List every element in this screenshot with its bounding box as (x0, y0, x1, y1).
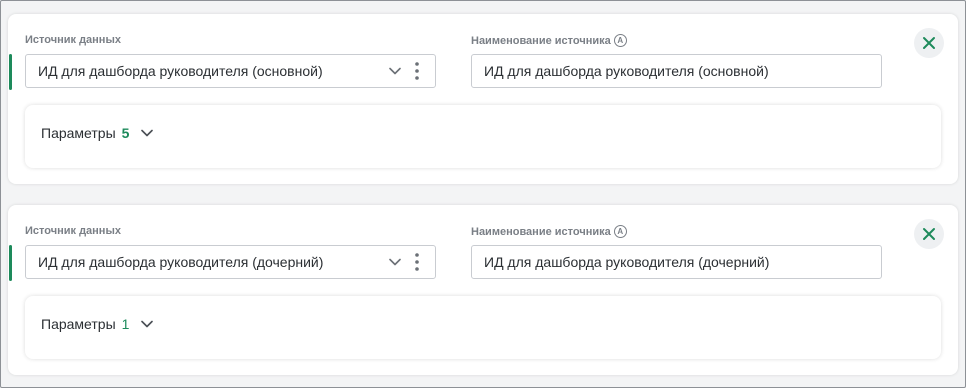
auto-circle-a-icon: A (613, 34, 627, 47)
parameters-panel: Параметры 1 (25, 296, 941, 359)
parameters-label: Параметры (41, 125, 116, 141)
chevron-down-icon (141, 129, 154, 137)
more-vertical-icon[interactable] (409, 60, 425, 82)
auto-circle-a-icon: A (613, 225, 627, 238)
parameters-toggle[interactable]: Параметры 1 (41, 316, 154, 332)
source-name-value: ИД для дашборда руководителя (основной) (484, 63, 769, 79)
more-vertical-icon[interactable] (409, 251, 425, 273)
chevron-down-icon[interactable] (387, 63, 403, 79)
source-label-text: Источник данных (25, 225, 121, 237)
remove-source-button[interactable] (914, 28, 944, 58)
source-field-label: Источник данных (25, 225, 121, 237)
close-icon (923, 37, 935, 49)
source-name-label: Наименование источника A (471, 225, 627, 238)
source-label-text: Источник данных (25, 34, 121, 46)
data-source-select[interactable]: ИД для дашборда руководителя (дочерний) (25, 245, 436, 279)
data-source-value: ИД для дашборда руководителя (дочерний) (38, 254, 324, 270)
source-name-input[interactable]: ИД для дашборда руководителя (основной) (471, 54, 882, 88)
source-field-label: Источник данных (25, 34, 121, 46)
parameters-toggle[interactable]: Параметры 5 (41, 125, 154, 141)
parameters-count: 5 (121, 125, 130, 141)
active-indicator (9, 245, 12, 281)
chevron-down-icon (141, 320, 154, 328)
source-name-label-text: Наименование источника (471, 34, 611, 47)
source-name-input[interactable]: ИД для дашборда руководителя (дочерний) (471, 245, 882, 279)
source-name-value: ИД для дашборда руководителя (дочерний) (484, 254, 770, 270)
data-source-card: Источник данных ИД для дашборда руководи… (8, 205, 958, 375)
active-indicator (9, 54, 12, 90)
data-source-select[interactable]: ИД для дашборда руководителя (основной) (25, 54, 436, 88)
close-icon (923, 228, 935, 240)
parameters-count: 1 (121, 316, 130, 332)
source-name-label-text: Наименование источника (471, 225, 611, 238)
remove-source-button[interactable] (914, 219, 944, 249)
chevron-down-icon[interactable] (387, 254, 403, 270)
parameters-label: Параметры (41, 316, 116, 332)
data-source-value: ИД для дашборда руководителя (основной) (38, 63, 323, 79)
data-source-card: Источник данных ИД для дашборда руководи… (8, 14, 958, 184)
parameters-panel: Параметры 5 (25, 105, 941, 168)
source-name-label: Наименование источника A (471, 34, 627, 47)
